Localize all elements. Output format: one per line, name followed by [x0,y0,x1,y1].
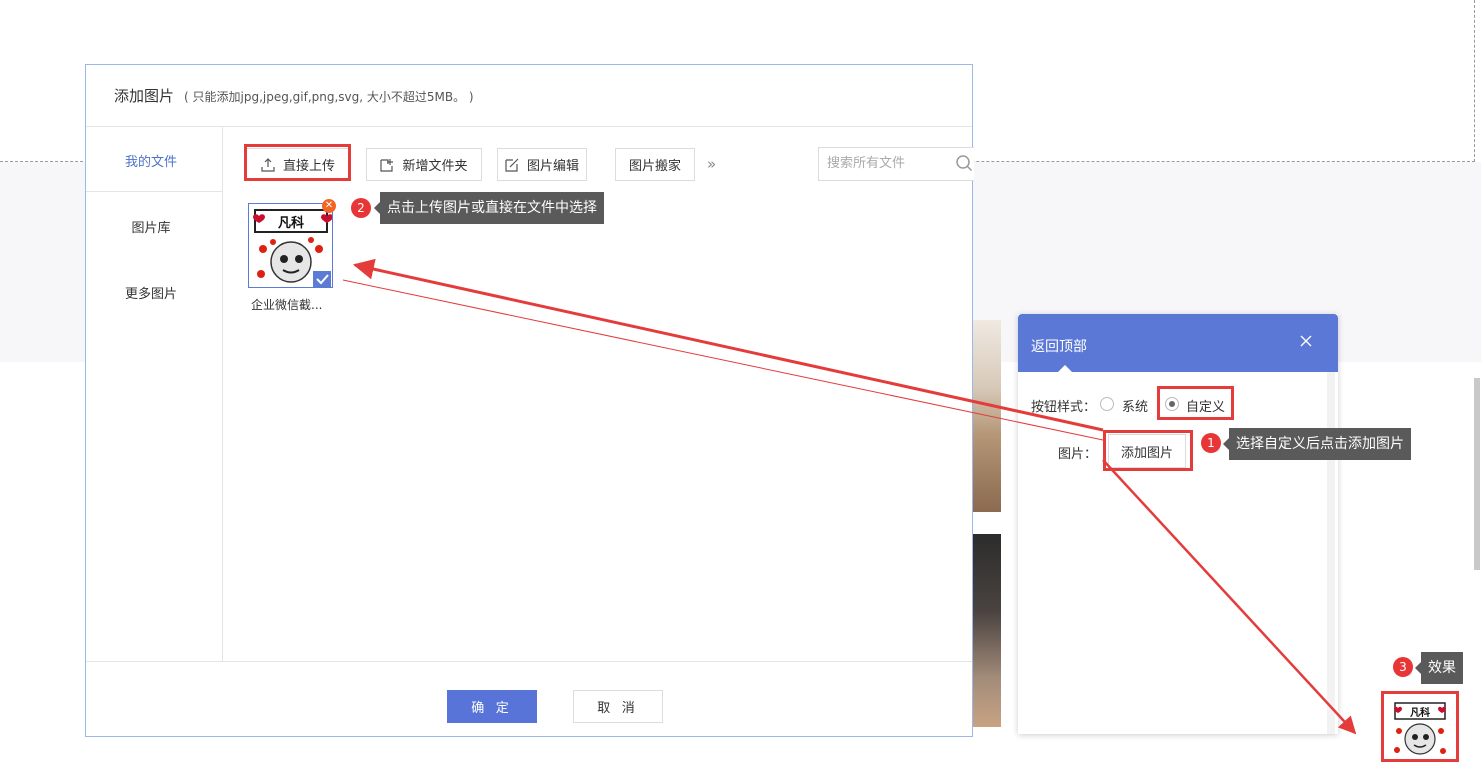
dialog-header: 添加图片 ( 只能添加jpg,jpeg,gif,png,svg, 大小不超过5M… [86,65,972,127]
back-to-top-panel: 返回顶部 按钮样式： 系统 自定义 图片： 添加图片 [1018,314,1338,734]
new-folder-button-label: 新增文件夹 [402,159,468,174]
dialog-format-hint: ( 只能添加jpg,jpeg,gif,png,svg, 大小不超过5MB。 ) [184,90,474,104]
dialog-title: 添加图片 [114,87,175,105]
background-photo [973,320,1001,512]
panel-header: 返回顶部 [1018,314,1338,372]
sidebar-item-more-images[interactable]: 更多图片 [86,283,216,302]
new-folder-icon [380,158,394,172]
dialog-sidebar: 我的文件 图片库 更多图片 [86,127,223,662]
image-label: 图片： [1058,447,1098,462]
more-tools-icon[interactable]: » [707,155,716,173]
add-image-dialog: 添加图片 ( 只能添加jpg,jpeg,gif,png,svg, 大小不超过5M… [85,64,974,737]
search-icon[interactable] [955,154,973,172]
step-tooltip-3: 效果 [1415,652,1463,684]
radio-system-label: 系统 [1122,400,1149,415]
search-input[interactable]: 搜索所有文件 [818,147,974,181]
highlight-upload-button [244,144,351,181]
panel-scrollbar[interactable] [1327,372,1335,734]
page-scrollbar[interactable] [1474,378,1480,570]
radio-system[interactable] [1100,397,1114,411]
highlight-custom-option [1157,386,1234,420]
step-tooltip-1: 选择自定义后点击添加图片 [1223,428,1411,460]
panel-header-notch [1058,365,1072,372]
edit-icon [505,158,519,172]
step-tooltip-2: 点击上传图片或直接在文件中选择 [374,192,604,224]
close-icon[interactable] [1298,333,1314,349]
highlight-effect-preview [1381,691,1459,762]
panel-title: 返回顶部 [1031,339,1087,355]
confirm-button[interactable]: 确 定 [447,690,537,723]
background-photo [973,534,1001,727]
file-name: 企业微信截... [251,298,323,312]
dialog-footer-divider [86,661,972,662]
step-badge-2: 2 [351,198,371,218]
meme-stamp-text: 凡科 [278,215,304,231]
sidebar-divider [86,191,223,192]
step-badge-1: 1 [1201,433,1221,453]
sidebar-item-my-files[interactable]: 我的文件 [86,151,216,170]
image-move-button-label: 图片搬家 [628,159,681,174]
selected-check-icon [313,271,331,287]
new-folder-button[interactable]: 新增文件夹 [366,148,482,181]
image-edit-button[interactable]: 图片编辑 [497,148,587,181]
delete-file-icon[interactable]: ✕ [322,199,336,213]
image-move-button[interactable]: 图片搬家 [615,148,695,181]
image-edit-button-label: 图片编辑 [526,159,579,174]
button-style-label: 按钮样式： [1031,400,1097,415]
cancel-button[interactable]: 取 消 [573,690,663,723]
step-badge-3: 3 [1393,657,1413,677]
sidebar-item-image-library[interactable]: 图片库 [86,217,216,236]
highlight-add-image-button [1103,430,1193,471]
